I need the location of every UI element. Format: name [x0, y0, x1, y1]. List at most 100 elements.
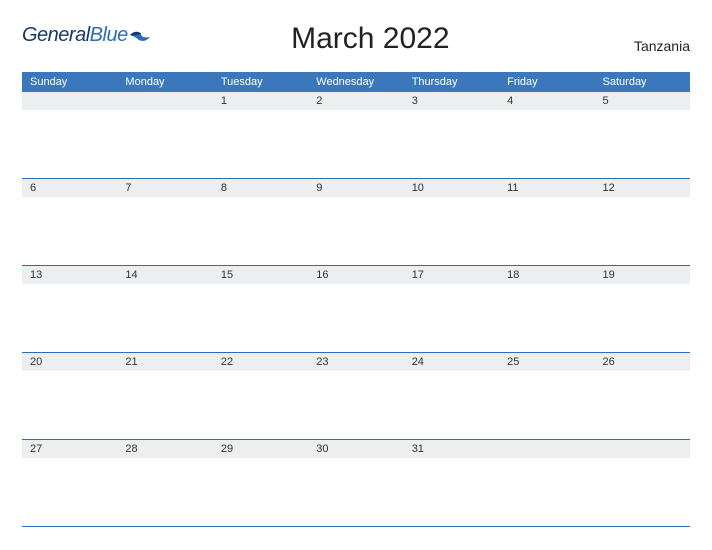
- logo: GeneralBlue: [22, 18, 151, 47]
- day-cell: 6: [22, 179, 117, 266]
- region-label: Tanzania: [590, 18, 690, 54]
- day-body: [404, 458, 499, 526]
- day-body: [22, 110, 117, 178]
- weekday-header: Wednesday: [308, 72, 403, 92]
- day-number: 20: [22, 353, 117, 371]
- day-number: 3: [404, 92, 499, 110]
- day-cell: 20: [22, 353, 117, 440]
- day-body: [117, 458, 212, 526]
- weekday-header: Saturday: [595, 72, 690, 92]
- day-cell: 17: [404, 266, 499, 353]
- day-cell: 9: [308, 179, 403, 266]
- logo-wave-icon: [129, 25, 151, 47]
- day-number: [22, 92, 117, 110]
- day-body: [499, 197, 594, 265]
- day-cell: 14: [117, 266, 212, 353]
- week-row: 13141516171819: [22, 266, 690, 353]
- calendar-page: GeneralBlue March 2022 Tanzania Sunday M…: [0, 0, 712, 545]
- day-body: [499, 110, 594, 178]
- day-body: [499, 458, 594, 526]
- day-number: 17: [404, 266, 499, 284]
- day-body: [213, 284, 308, 352]
- day-number: 10: [404, 179, 499, 197]
- day-number: 28: [117, 440, 212, 458]
- day-body: [117, 197, 212, 265]
- day-cell: 24: [404, 353, 499, 440]
- day-number: 6: [22, 179, 117, 197]
- day-cell: 31: [404, 440, 499, 527]
- day-body: [499, 371, 594, 439]
- week-row: 2728293031: [22, 440, 690, 527]
- day-number: 19: [595, 266, 690, 284]
- day-number: [117, 92, 212, 110]
- day-body: [404, 110, 499, 178]
- day-cell: 23: [308, 353, 403, 440]
- day-cell: 13: [22, 266, 117, 353]
- header: GeneralBlue March 2022 Tanzania: [22, 18, 690, 56]
- day-body: [213, 458, 308, 526]
- day-body: [308, 197, 403, 265]
- day-cell: 7: [117, 179, 212, 266]
- day-number: 21: [117, 353, 212, 371]
- calendar-grid: Sunday Monday Tuesday Wednesday Thursday…: [22, 72, 690, 527]
- day-cell: 3: [404, 92, 499, 179]
- day-cell: 18: [499, 266, 594, 353]
- weekday-header: Tuesday: [213, 72, 308, 92]
- day-cell: 28: [117, 440, 212, 527]
- day-body: [213, 197, 308, 265]
- day-number: 11: [499, 179, 594, 197]
- day-number: 7: [117, 179, 212, 197]
- day-number: 31: [404, 440, 499, 458]
- day-body: [404, 197, 499, 265]
- day-number: 1: [213, 92, 308, 110]
- day-number: 12: [595, 179, 690, 197]
- day-cell: 11: [499, 179, 594, 266]
- day-number: 25: [499, 353, 594, 371]
- day-cell: 8: [213, 179, 308, 266]
- day-cell: 22: [213, 353, 308, 440]
- day-body: [213, 110, 308, 178]
- day-cell: [117, 92, 212, 179]
- day-cell: [22, 92, 117, 179]
- day-cell: 26: [595, 353, 690, 440]
- week-row: 20212223242526: [22, 353, 690, 440]
- day-number: 30: [308, 440, 403, 458]
- day-number: 13: [22, 266, 117, 284]
- week-row: 6789101112: [22, 179, 690, 266]
- day-number: 9: [308, 179, 403, 197]
- day-body: [595, 197, 690, 265]
- day-body: [308, 110, 403, 178]
- day-body: [22, 458, 117, 526]
- day-cell: 19: [595, 266, 690, 353]
- day-number: [595, 440, 690, 458]
- day-cell: 10: [404, 179, 499, 266]
- day-body: [404, 371, 499, 439]
- day-cell: 30: [308, 440, 403, 527]
- weekday-header: Monday: [117, 72, 212, 92]
- day-cell: 4: [499, 92, 594, 179]
- day-body: [117, 110, 212, 178]
- day-number: 29: [213, 440, 308, 458]
- page-title: March 2022: [151, 18, 590, 56]
- day-cell: 16: [308, 266, 403, 353]
- day-body: [308, 284, 403, 352]
- weekday-header: Sunday: [22, 72, 117, 92]
- day-number: 26: [595, 353, 690, 371]
- weekday-header: Thursday: [404, 72, 499, 92]
- day-body: [22, 371, 117, 439]
- day-cell: 5: [595, 92, 690, 179]
- day-number: 24: [404, 353, 499, 371]
- day-body: [499, 284, 594, 352]
- day-number: 16: [308, 266, 403, 284]
- day-number: 2: [308, 92, 403, 110]
- day-body: [117, 284, 212, 352]
- day-body: [117, 371, 212, 439]
- day-cell: 12: [595, 179, 690, 266]
- day-cell: 25: [499, 353, 594, 440]
- day-number: [499, 440, 594, 458]
- logo-text: GeneralBlue: [22, 24, 128, 47]
- day-number: 4: [499, 92, 594, 110]
- day-number: 15: [213, 266, 308, 284]
- day-number: 23: [308, 353, 403, 371]
- day-body: [213, 371, 308, 439]
